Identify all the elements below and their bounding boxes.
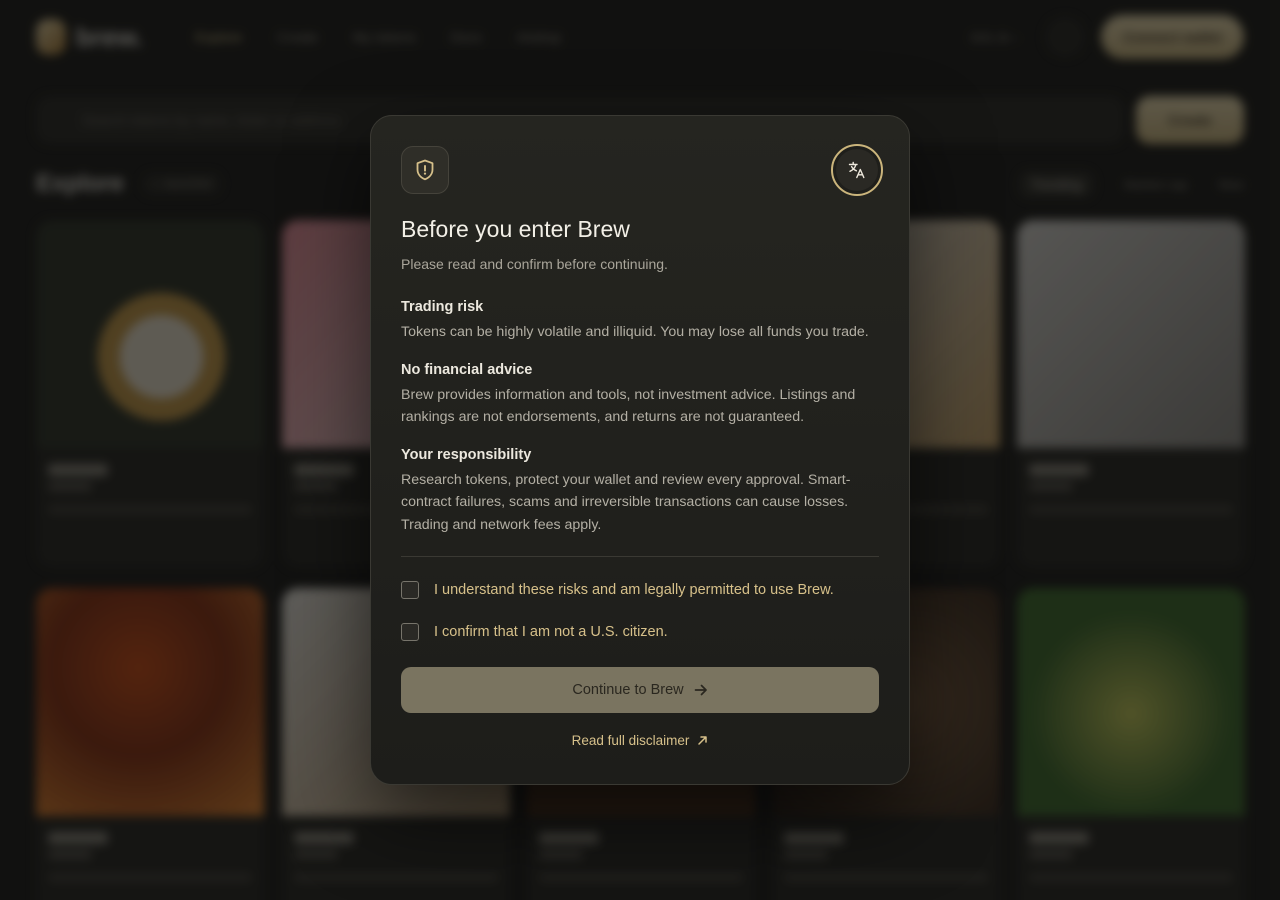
risk-acknowledgement-checkbox[interactable] [401,581,419,599]
divider [401,556,879,557]
section-title-no-financial-advice: No financial advice [401,361,533,378]
not-us-citizen-label[interactable]: I confirm that I am not a U.S. citizen. [434,624,668,640]
arrow-up-right-icon [697,735,708,746]
risk-acknowledgement-label[interactable]: I understand these risks and am legally … [434,582,834,598]
not-us-citizen-checkbox[interactable] [401,623,419,641]
modal-title: Before you enter Brew [401,216,630,242]
language-button[interactable] [831,144,883,196]
section-body-your-responsibility: Research tokens, protect your wallet and… [401,471,851,533]
continue-button[interactable]: Continue to Brew [401,667,879,713]
section-body-trading-risk: Tokens can be highly volatile and illiqu… [401,324,869,340]
arrow-right-icon [694,683,708,697]
disclaimer-modal: Before you enter Brew Please read and co… [370,115,910,785]
continue-button-label: Continue to Brew [572,682,684,698]
disclaimer-link-label: Read full disclaimer [571,733,690,748]
section-title-your-responsibility: Your responsibility [401,446,532,463]
shield-alert-icon [401,146,449,194]
read-full-disclaimer-link[interactable]: Read full disclaimer [401,733,879,748]
modal-subtitle: Please read and confirm before continuin… [401,256,668,272]
section-title-trading-risk: Trading risk [401,299,484,315]
not-us-citizen-row[interactable]: I confirm that I am not a U.S. citizen. [401,623,879,641]
modal-header [401,144,883,198]
section-body-no-financial-advice: Brew provides information and tools, not… [401,386,856,426]
translate-icon [836,149,878,191]
risk-acknowledgement-row[interactable]: I understand these risks and am legally … [401,581,879,599]
